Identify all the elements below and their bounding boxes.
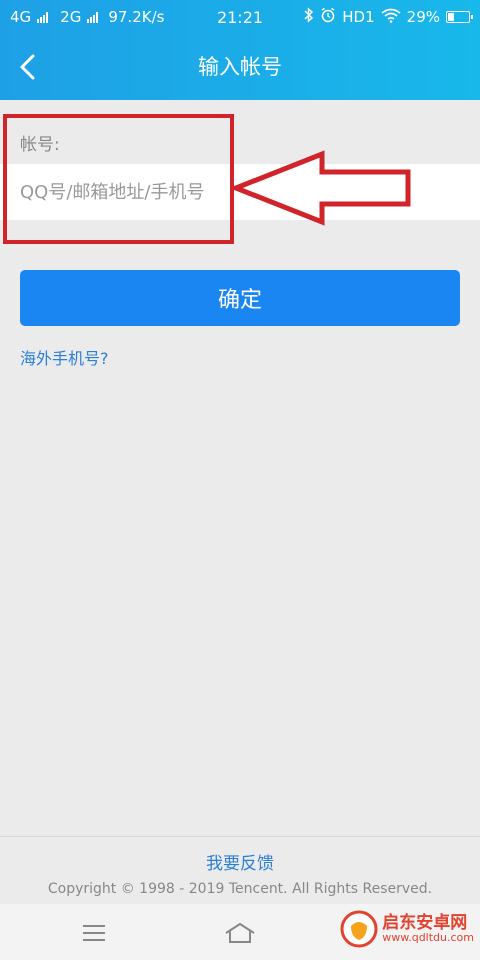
network-type-2g: 2G xyxy=(60,8,82,26)
title-bar: 输入帐号 xyxy=(0,34,480,100)
watermark-url: www.qdltdu.com xyxy=(382,931,474,944)
watermark-title: 启东安卓网 xyxy=(382,913,468,933)
watermark-text: 启东安卓网 www.qdltdu.com xyxy=(382,913,474,944)
battery-level xyxy=(448,13,454,21)
menu-button[interactable] xyxy=(74,918,114,948)
overseas-phone-link[interactable]: 海外手机号? xyxy=(20,345,109,369)
wifi-icon xyxy=(381,8,401,27)
annotation-arrow-icon xyxy=(230,150,411,226)
footer-divider xyxy=(0,836,480,837)
network-type-4g: 4G xyxy=(10,8,32,26)
feedback-link[interactable]: 我要反馈 xyxy=(0,849,480,874)
page-title: 输入帐号 xyxy=(198,55,282,79)
alarm-icon xyxy=(320,7,336,27)
confirm-button[interactable]: 确定 xyxy=(20,270,460,326)
site-watermark: 启东安卓网 www.qdltdu.com xyxy=(340,910,474,948)
battery-icon xyxy=(446,11,473,23)
annotation-highlight-box xyxy=(3,114,234,244)
signal-icon xyxy=(37,11,49,23)
menu-icon xyxy=(83,925,105,941)
status-right: HD1 29% xyxy=(304,7,473,27)
hd-indicator: HD1 xyxy=(342,8,375,26)
status-bar: 4G 2G 97.2K/s 21:21 HD1 29% xyxy=(0,0,480,34)
signal-icon xyxy=(87,11,99,23)
home-icon xyxy=(225,922,255,943)
copyright-text: Copyright © 1998 - 2019 Tencent. All Rig… xyxy=(47,881,433,897)
battery-percent: 29% xyxy=(406,8,440,26)
bluetooth-icon xyxy=(304,7,314,27)
status-left: 4G 2G 97.2K/s xyxy=(10,8,304,26)
watermark-logo-icon xyxy=(340,910,378,948)
network-speed: 97.2K/s xyxy=(108,8,165,26)
home-button[interactable] xyxy=(220,918,260,948)
